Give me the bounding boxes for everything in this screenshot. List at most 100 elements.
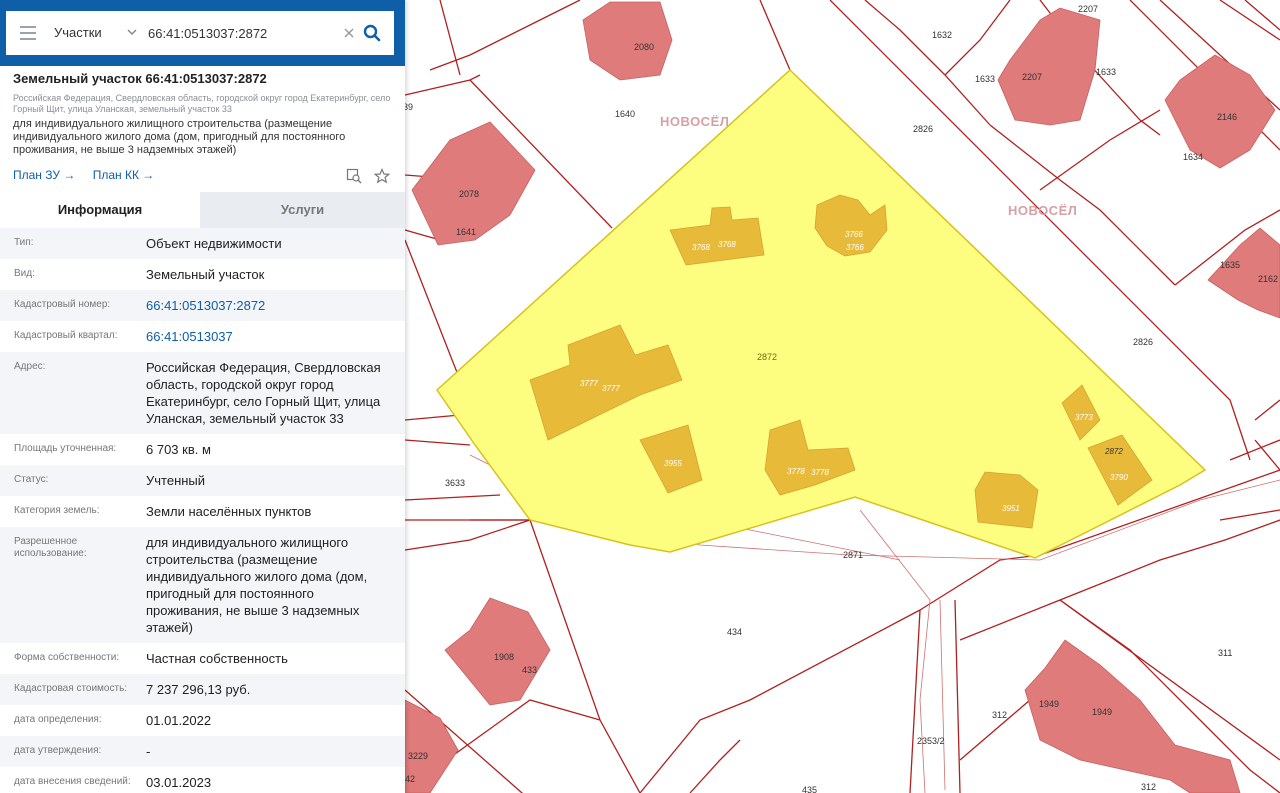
map-label-2826b: 2826 <box>1133 337 1153 347</box>
close-icon[interactable] <box>342 26 356 40</box>
map-label-1640: 1640 <box>615 109 635 119</box>
info-row: Форма собственности: Частная собственност… <box>0 643 405 674</box>
info-key: Кадастровый квартал: <box>14 330 118 341</box>
info-key: Адрес: <box>14 361 46 372</box>
bldg-label-3768b: 3768 <box>718 240 736 249</box>
map-label-435: 435 <box>802 785 817 793</box>
info-key: Площадь уточненная: <box>14 443 117 454</box>
info-value: для индивидуального жилищного строительс… <box>146 535 368 635</box>
map-label-433: 433 <box>522 665 537 675</box>
bldg-label-2872: 2872 <box>1104 447 1123 456</box>
tabs: Информация Услуги <box>0 192 405 228</box>
bldg-label-3766a: 3766 <box>845 230 863 239</box>
cadastral-quarter-link[interactable]: 66:41:0513037 <box>146 321 405 352</box>
info-key: Кадастровая стоимость: <box>14 683 128 694</box>
info-value: 03.01.2023 <box>146 775 212 790</box>
map-label-434: 434 <box>727 627 742 637</box>
bldg-label-3790: 3790 <box>1110 473 1128 482</box>
info-value: Российская Федерация, Свердловская облас… <box>146 360 381 426</box>
map-label-2353-2: 2353/2 <box>917 736 945 746</box>
info-value: Земли населённых пунктов <box>146 504 312 519</box>
map-label-3229: 3229 <box>408 751 428 761</box>
zoom-to-object-icon[interactable] <box>346 168 362 184</box>
info-key: дата определения: <box>14 714 102 725</box>
info-key: Категория земель: <box>14 505 100 516</box>
map-label-2080: 2080 <box>634 42 654 52</box>
map-label-2826a: 2826 <box>913 124 933 134</box>
map-label-1633a: 1633 <box>975 74 995 84</box>
chevron-down-icon[interactable] <box>126 26 138 38</box>
info-row: Тип: Объект недвижимости <box>0 228 405 259</box>
map-label-3633: 3633 <box>445 478 465 488</box>
map-label-2207a: 2207 <box>1022 72 1042 82</box>
info-key: Вид: <box>14 268 35 279</box>
info-key: Разрешенное использование: <box>14 536 87 559</box>
info-key: Статус: <box>14 474 49 485</box>
info-row: Кадастровый номер: 66:41:0513037:2872 <box>0 290 405 321</box>
info-row: Категория земель: Земли населённых пункто… <box>0 496 405 527</box>
search-bar: Участки <box>0 0 405 66</box>
cadastral-number-link[interactable]: 66:41:0513037:2872 <box>146 290 405 321</box>
map-label-2146: 2146 <box>1217 112 1237 122</box>
object-header: Земельный участок 66:41:0513037:2872 Рос… <box>13 71 398 157</box>
bldg-label-3951: 3951 <box>1002 504 1020 513</box>
object-purpose: для индивидуального жилищного строительс… <box>13 118 346 156</box>
map-label-1949a: 1949 <box>1039 699 1059 709</box>
info-row: дата определения: 01.01.2022 <box>0 705 405 736</box>
map-label-312b: 312 <box>1141 782 1156 792</box>
bldg-label-3773: 3773 <box>1075 413 1093 422</box>
info-row: Разрешенное использование: для индивидуал… <box>0 527 405 643</box>
info-row: Площадь уточненная: 6 703 кв. м <box>0 434 405 465</box>
info-key: Форма собственности: <box>14 652 120 663</box>
plan-zu-link[interactable]: План ЗУ → <box>13 168 75 182</box>
tab-information[interactable]: Информация <box>0 192 200 228</box>
map-label-312a: 312 <box>992 710 1007 720</box>
tab-services[interactable]: Услуги <box>200 192 405 228</box>
info-key: Тип: <box>14 237 34 248</box>
bldg-label-3768a: 3768 <box>692 243 710 252</box>
menu-icon[interactable] <box>20 26 36 40</box>
bldg-label-3766b: 3766 <box>846 243 864 252</box>
map-label-311: 311 <box>1218 648 1232 658</box>
info-row: дата утверждения: - <box>0 736 405 767</box>
header-tools <box>346 168 398 189</box>
bldg-label-3955: 3955 <box>664 459 682 468</box>
map-label-1633b: 1633 <box>1096 67 1116 77</box>
map-label-2871: 2871 <box>843 550 863 560</box>
bldg-label-3777a: 3777 <box>580 379 598 388</box>
search-box: Участки <box>6 11 394 55</box>
info-key: дата внесения сведений: <box>14 776 131 787</box>
bldg-label-3778a: 3778 <box>787 467 805 476</box>
info-value: Земельный участок <box>146 267 265 282</box>
map-label-1634: 1634 <box>1183 152 1203 162</box>
collapse-panel-icon[interactable] <box>404 22 405 46</box>
info-value: 01.01.2022 <box>146 713 212 728</box>
info-table: Тип: Объект недвижимости Вид: Земельный уч… <box>0 228 405 793</box>
info-panel: Участки Земельный участок 66:41:0513037:… <box>0 0 405 793</box>
layer-select[interactable]: Участки <box>54 11 102 55</box>
info-value: 6 703 кв. м <box>146 442 211 457</box>
plan-kk-link[interactable]: План КК → <box>93 168 155 182</box>
object-title: Земельный участок 66:41:0513037:2872 <box>13 71 267 86</box>
info-value: 7 237 296,13 руб. <box>146 682 251 697</box>
info-row: Кадастровый квартал: 66:41:0513037 <box>0 321 405 352</box>
map-label-1949b: 1949 <box>1092 707 1112 717</box>
info-value: - <box>146 744 151 759</box>
map-label-1908: 1908 <box>494 652 514 662</box>
info-key: Кадастровый номер: <box>14 299 111 310</box>
search-icon[interactable] <box>362 23 382 43</box>
map-label-2078: 2078 <box>459 189 479 199</box>
map-label-2207b: 2207 <box>1078 4 1098 14</box>
info-row: дата внесения сведений: 03.01.2023 <box>0 767 405 793</box>
info-key: дата утверждения: <box>14 745 102 756</box>
map-label-42: 42 <box>405 774 415 784</box>
map-label-1641: 1641 <box>456 227 476 237</box>
search-input[interactable] <box>148 19 338 47</box>
map-label-1635: 1635 <box>1220 260 1240 270</box>
info-row: Вид: Земельный участок <box>0 259 405 290</box>
star-icon[interactable] <box>374 168 391 184</box>
info-row: Адрес: Российская Федерация, Свердловская… <box>0 352 405 434</box>
map-label-2162: 2162 <box>1258 274 1278 284</box>
object-address: Российская Федерация, Свердловская облас… <box>13 93 391 114</box>
plan-links: План ЗУ → План КК → <box>13 168 168 182</box>
